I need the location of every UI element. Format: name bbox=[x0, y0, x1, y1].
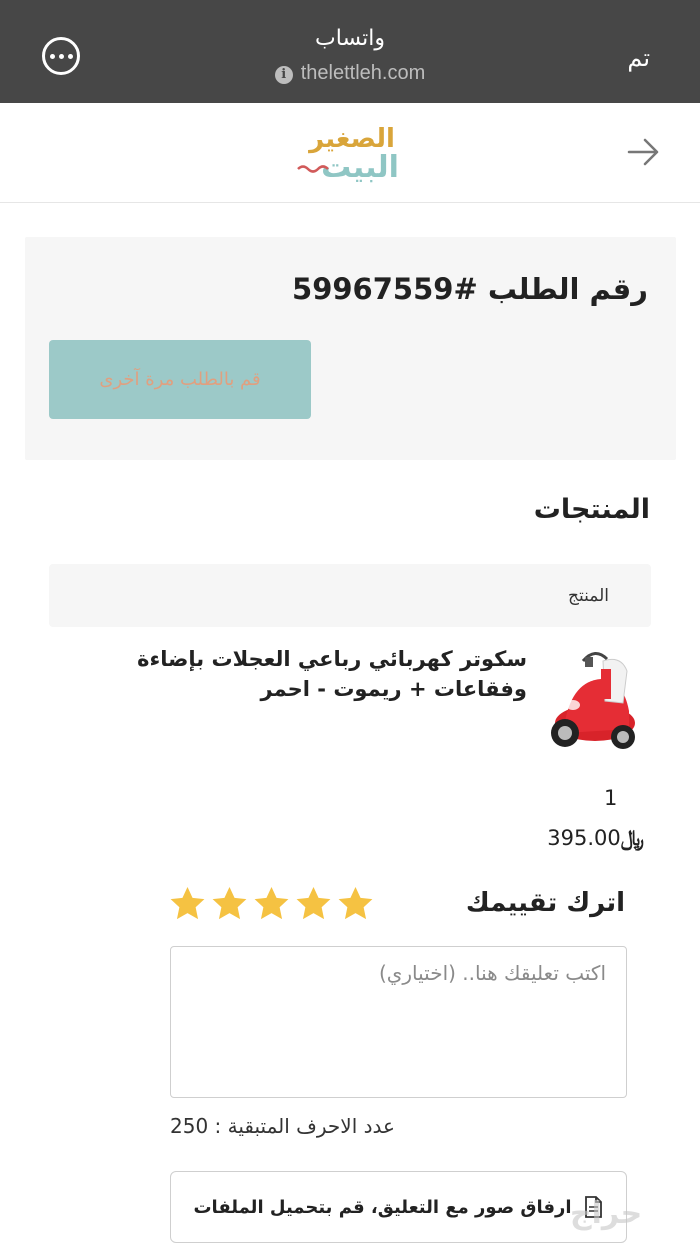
product-name[interactable]: سكوتر كهربائي رباعي العجلات بإضاءة وفقاع… bbox=[40, 644, 527, 704]
currency-symbol: ﷼ bbox=[620, 826, 644, 850]
browser-url[interactable]: i thelettleh.com bbox=[0, 62, 700, 85]
product-price: ﷼395.00 bbox=[547, 826, 650, 851]
done-button[interactable]: تم bbox=[627, 44, 650, 72]
remaining-characters: عدد الاحرف المتبقية : 250 bbox=[170, 1114, 395, 1138]
star-icon[interactable] bbox=[210, 884, 249, 924]
product-column-header: المنتج bbox=[568, 586, 609, 606]
watermark: حراج bbox=[570, 1196, 643, 1231]
attach-label: ارفاق صور مع التعليق، قم بتحميل الملفات bbox=[193, 1196, 572, 1218]
reorder-button[interactable]: قم بالطلب مرة آخرى bbox=[49, 340, 311, 419]
star-rating[interactable] bbox=[168, 884, 375, 930]
product-quantity: 1 bbox=[604, 786, 618, 810]
product-image[interactable] bbox=[543, 641, 643, 756]
info-icon: i bbox=[274, 66, 293, 84]
price-value: 395.00 bbox=[547, 826, 621, 850]
store-logo[interactable]: الصغير البيت bbox=[290, 117, 415, 187]
rating-title: اترك تقييمك bbox=[465, 888, 625, 918]
browser-top-bar: واتساب i thelettleh.com تم bbox=[0, 0, 700, 103]
browser-title: واتساب bbox=[315, 26, 385, 51]
comment-input[interactable] bbox=[170, 946, 627, 1098]
remaining-count: 250 bbox=[170, 1114, 209, 1138]
star-icon[interactable] bbox=[294, 884, 333, 924]
url-text: thelettleh.com bbox=[300, 62, 426, 84]
products-table-header: المنتج bbox=[49, 564, 651, 627]
products-section-title: المنتجات bbox=[533, 494, 650, 525]
attach-files-button[interactable]: ارفاق صور مع التعليق، قم بتحميل الملفات bbox=[170, 1171, 627, 1243]
order-summary-box: رقم الطلب #59967559 قم بالطلب مرة آخرى bbox=[25, 237, 676, 460]
star-icon[interactable] bbox=[336, 884, 375, 924]
back-arrow-icon[interactable] bbox=[625, 134, 661, 170]
star-icon[interactable] bbox=[168, 884, 207, 924]
star-icon[interactable] bbox=[252, 884, 291, 924]
site-header: الصغير البيت bbox=[0, 103, 700, 203]
logo-line2: البيت bbox=[321, 150, 399, 185]
order-number-title: رقم الطلب #59967559 bbox=[292, 272, 648, 306]
remaining-label: عدد الاحرف المتبقية : bbox=[214, 1114, 395, 1138]
